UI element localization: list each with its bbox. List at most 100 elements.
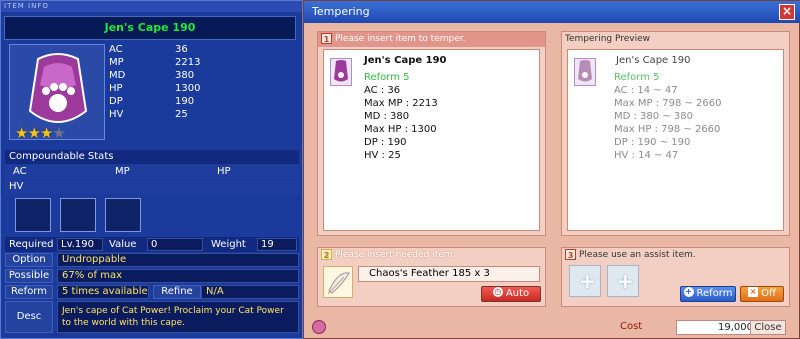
preview-reform-line: Reform 5	[614, 72, 660, 83]
plus-circle-icon: +	[683, 287, 694, 297]
feather-icon	[327, 272, 350, 295]
desc-label: Desc	[5, 301, 53, 333]
item-info-title: ITEM INFO	[1, 1, 302, 12]
desc-value: Jen's cape of Cat Power! Proclaim your C…	[57, 301, 299, 333]
stat-value: 380	[175, 70, 195, 81]
stat-mp: MP 2213	[109, 56, 297, 69]
close-icon[interactable]: ×	[779, 4, 795, 20]
preview-item-name: Jen's Cape 190	[616, 55, 691, 66]
stat-dp: DP 190	[109, 95, 297, 108]
stat-label: HP	[109, 83, 123, 94]
possible-label: Possible	[5, 269, 53, 283]
step-number: 3	[565, 249, 576, 260]
money-bag-icon	[312, 320, 326, 334]
reform-button-label: Reform	[696, 288, 733, 299]
stat-line: HV : 25	[364, 150, 401, 161]
plus-icon: +	[579, 269, 596, 293]
refine-label: Refine	[153, 285, 201, 299]
reform-label: Reform	[5, 285, 53, 299]
step-number: 1	[321, 33, 332, 44]
needed-item-panel: 2 Please insert needed item. Chaos's Feat…	[317, 247, 546, 307]
reform-value: 5 times available	[57, 285, 149, 299]
close-button[interactable]: Close	[750, 320, 786, 335]
insert-item-text: Please insert item to temper.	[335, 34, 466, 44]
comp-col-ac: AC	[13, 166, 27, 177]
reform-button[interactable]: + Reform	[680, 286, 736, 302]
stat-value: 36	[175, 44, 188, 55]
stat-label: MD	[109, 70, 126, 81]
off-button[interactable]: × Off	[740, 286, 784, 302]
stat-label: AC	[109, 44, 123, 55]
stat-line: DP : 190	[364, 137, 407, 148]
stat-hv: HV 25	[109, 108, 297, 121]
comp-col-hp: HP	[217, 166, 231, 177]
cost-row: Cost 19,000 Close	[304, 317, 800, 339]
option-row: Option Undroppable	[5, 253, 299, 268]
stat-label: DP	[109, 96, 123, 107]
temper-item-stats: Reform 5 AC : 36 Max MP : 2213 MD : 380 …	[364, 71, 438, 162]
tempering-title: Tempering	[304, 1, 800, 23]
stat-md: MD 380	[109, 69, 297, 82]
insert-item-header: 1 Please insert item to temper.	[318, 32, 545, 47]
star-rating: ★★★★	[15, 124, 66, 142]
cape-thumb-icon	[330, 58, 352, 86]
auto-button-label: Auto	[505, 288, 530, 299]
stat-label: MP	[109, 57, 124, 68]
preview-box: Jen's Cape 190 Reform 5 AC : 14 ~ 47 Max…	[567, 49, 784, 231]
stat-line: AC : 36	[364, 85, 401, 96]
refine-value: N/A	[201, 285, 299, 299]
compoundable-cols: AC MP HP	[5, 165, 299, 179]
weight-amount: 19	[261, 239, 274, 250]
stat-label: HV	[109, 109, 124, 120]
preview-stat-line: Max MP : 798 ~ 2660	[614, 98, 722, 109]
value-amount: 0	[151, 239, 158, 250]
preview-stats: Reform 5 AC : 14 ~ 47 Max MP : 798 ~ 266…	[614, 71, 722, 162]
preview-stat-line: Max HP : 798 ~ 2660	[614, 124, 721, 135]
feather-slot[interactable]	[323, 266, 353, 298]
stat-line: Max MP : 2213	[364, 98, 438, 109]
preview-stat-line: AC : 14 ~ 47	[614, 85, 678, 96]
preview-header: Tempering Preview	[562, 32, 789, 47]
temper-item-box[interactable]: Jen's Cape 190 Reform 5 AC : 36 Max MP :…	[323, 49, 540, 231]
stat-hp: HP 1300	[109, 82, 297, 95]
comp-col-mp: MP	[115, 166, 130, 177]
stat-value: 190	[175, 96, 195, 107]
value-label: Value	[109, 239, 137, 250]
off-button-label: Off	[761, 288, 776, 299]
star-empty-icon: ★	[52, 124, 65, 142]
option-value: Undroppable	[57, 253, 299, 267]
step-number: 2	[321, 249, 332, 260]
tempering-window: Tempering × 1 Please insert item to tempe…	[303, 0, 800, 339]
possible-value: 67% of max	[57, 269, 299, 283]
stat-line: Max HP : 1300	[364, 124, 437, 135]
stat-value: 2213	[175, 57, 201, 68]
compound-slot[interactable]	[105, 198, 141, 232]
auto-button[interactable]: ◷ Auto	[481, 286, 541, 302]
reform-line: Reform 5	[364, 72, 410, 83]
stat-ac: AC 36	[109, 43, 297, 56]
auto-icon: ◷	[492, 287, 503, 297]
stat-line: MD : 380	[364, 111, 410, 122]
stat-value: 1300	[175, 83, 201, 94]
needed-item-header: 2 Please insert needed item.	[318, 248, 545, 263]
item-info-panel: ITEM INFO Jen's Cape 190 ★★★★ AC 36 MP 2…	[0, 0, 303, 339]
weight-label: Weight	[211, 239, 246, 250]
needed-item-text: Please insert needed item.	[335, 250, 456, 260]
assist-slot[interactable]: +	[569, 265, 601, 297]
compound-slot[interactable]	[60, 198, 96, 232]
assist-item-header: 3 Please use an assist item.	[562, 248, 789, 263]
option-label: Option	[5, 253, 53, 267]
insert-item-panel: 1 Please insert item to temper. Jen's Cap…	[317, 31, 546, 236]
cape-thumb-icon	[574, 58, 596, 86]
tempering-preview-panel: Tempering Preview Jen's Cape 190 Reform …	[561, 31, 790, 236]
preview-stat-line: MD : 380 ~ 380	[614, 111, 693, 122]
star-icon: ★	[39, 124, 53, 142]
required-row: Required Lv.190 Value 0 Weight 19	[5, 237, 299, 252]
assist-slot[interactable]: +	[607, 265, 639, 297]
preview-stat-line: DP : 190 ~ 190	[614, 137, 691, 148]
stat-value: 25	[175, 109, 188, 120]
compound-slot[interactable]	[15, 198, 51, 232]
cost-label: Cost	[620, 321, 643, 332]
required-level: Lv.190	[61, 239, 94, 250]
assist-item-text: Please use an assist item.	[579, 250, 696, 260]
